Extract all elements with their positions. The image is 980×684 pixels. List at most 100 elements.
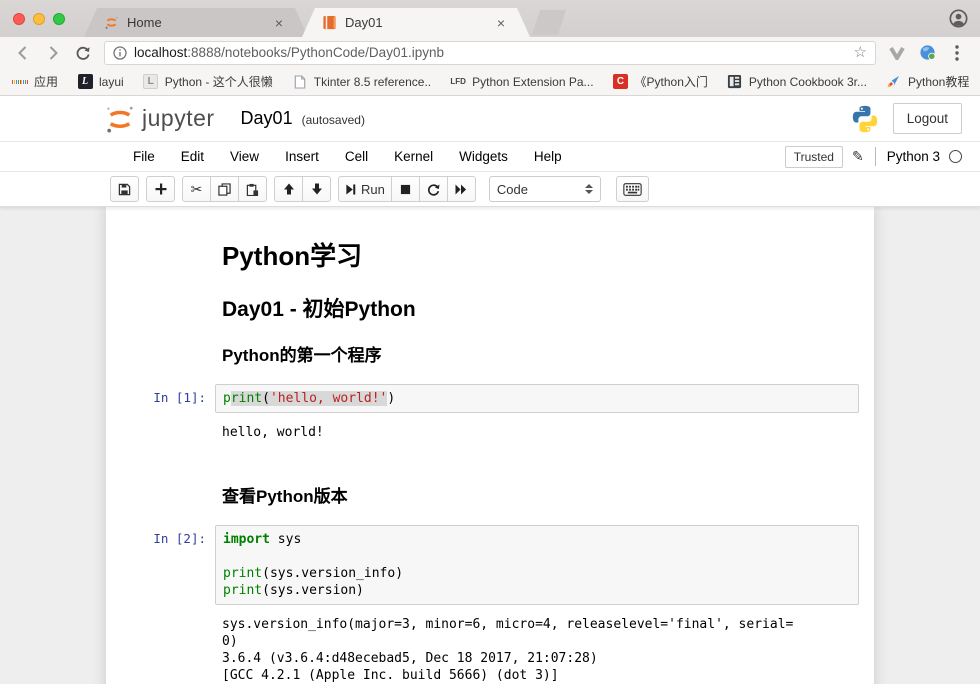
menu-kernel[interactable]: Kernel	[381, 149, 446, 164]
keyboard-icon	[623, 183, 642, 196]
markdown-cell-title[interactable]: Python学习 Day01 - 初始Python Python的第一个程序	[106, 225, 874, 379]
code-cell-1[interactable]: In [1]: print('hello, world!')	[106, 379, 874, 418]
kernel-idle-indicator	[949, 150, 962, 163]
bookmark-python-tutorial[interactable]: Python教程	[886, 73, 969, 90]
add-cell-button[interactable]	[146, 176, 175, 202]
menu-file[interactable]: File	[120, 149, 168, 164]
output-prompt	[121, 422, 215, 443]
jupyter-logo-icon	[104, 15, 119, 30]
restart-kernel-button[interactable]	[419, 176, 448, 202]
select-arrows-icon	[585, 184, 593, 194]
notebook-title[interactable]: Day01	[241, 108, 293, 129]
url-text: localhost:8888/notebooks/PythonCode/Day0…	[134, 45, 847, 60]
cell-type-select[interactable]: Code	[489, 176, 601, 202]
tab-home[interactable]: Home ×	[84, 8, 308, 37]
jupyter-toolbar: ✂ Run Code	[0, 172, 980, 207]
move-cell-up-button[interactable]	[274, 176, 303, 202]
command-palette-button[interactable]	[616, 176, 649, 202]
forward-icon[interactable]	[40, 40, 66, 66]
code-input[interactable]: print('hello, world!')	[215, 384, 859, 413]
kernel-name: Python 3	[887, 149, 940, 164]
page-icon	[292, 74, 308, 90]
bookmarks-bar: 应用 L layui L Python - 这个人很懒 Tkinter 8.5 …	[0, 68, 980, 96]
back-icon[interactable]	[10, 40, 36, 66]
menu-help[interactable]: Help	[521, 149, 575, 164]
page-info-icon[interactable]	[113, 46, 127, 60]
notebook-page: Python学习 Day01 - 初始Python Python的第一个程序 I…	[106, 207, 874, 684]
close-window-button[interactable]	[13, 13, 25, 25]
browser-toolbar: localhost:8888/notebooks/PythonCode/Day0…	[0, 37, 980, 68]
copy-cell-button[interactable]	[210, 176, 239, 202]
interrupt-kernel-button[interactable]	[391, 176, 420, 202]
menu-view[interactable]: View	[217, 149, 272, 164]
logout-button[interactable]: Logout	[893, 103, 962, 134]
edit-title-pencil-icon[interactable]: ✎	[852, 148, 864, 165]
cut-cell-button[interactable]: ✂	[182, 176, 211, 202]
bookmark-python-blog[interactable]: L Python - 这个人很懒	[143, 73, 273, 90]
notebook-scroll-area[interactable]: Python学习 Day01 - 初始Python Python的第一个程序 I…	[0, 207, 980, 684]
jupyter-wordmark[interactable]: jupyter	[142, 105, 215, 132]
apps-grid-icon	[12, 74, 28, 90]
bookmark-star-icon[interactable]: ☆	[854, 45, 867, 60]
arrow-up-icon	[283, 183, 295, 195]
output-area-1: hello, world!	[106, 418, 874, 449]
menu-widgets[interactable]: Widgets	[446, 149, 521, 164]
bookmark-python-extension[interactable]: LFD Python Extension Pa...	[450, 74, 593, 90]
tab-day01[interactable]: Day01 ×	[302, 8, 530, 37]
run-label: Run	[361, 182, 385, 197]
bookmark-layui[interactable]: L layui	[77, 74, 124, 90]
menu-insert[interactable]: Insert	[272, 149, 332, 164]
bookmark-label: Python教程	[908, 73, 969, 90]
zoom-window-button[interactable]	[53, 13, 65, 25]
bookmark-label: Python - 这个人很懒	[165, 73, 273, 90]
move-cell-down-button[interactable]	[302, 176, 331, 202]
close-tab-icon[interactable]: ×	[494, 15, 508, 31]
macos-window-controls	[13, 13, 65, 25]
restart-icon	[427, 183, 440, 196]
plus-icon	[155, 183, 167, 195]
menu-dots-icon[interactable]	[944, 40, 970, 66]
menu-cell[interactable]: Cell	[332, 149, 381, 164]
minimize-window-button[interactable]	[33, 13, 45, 25]
menu-edit[interactable]: Edit	[168, 149, 217, 164]
restart-run-all-button[interactable]	[447, 176, 476, 202]
scissors-icon: ✂	[191, 181, 203, 198]
bookmark-cookbook[interactable]: Python Cookbook 3r...	[727, 74, 867, 90]
bookmark-label: 《Python入门	[635, 73, 708, 90]
output-text: sys.version_info(major=3, minor=6, micro…	[215, 614, 800, 684]
jupyter-header: jupyter Day01 (autosaved) Logout	[0, 96, 980, 141]
reload-icon[interactable]	[70, 40, 96, 66]
extension-v-icon[interactable]	[884, 40, 910, 66]
layui-icon: L	[77, 74, 93, 90]
tab-title: Home	[127, 15, 272, 30]
output-prompt	[121, 614, 215, 684]
divider	[875, 147, 876, 166]
stop-icon	[400, 184, 411, 195]
close-tab-icon[interactable]: ×	[272, 15, 286, 31]
profile-avatar-icon[interactable]	[949, 9, 968, 28]
jupyter-logo-icon[interactable]	[102, 102, 138, 136]
heading-first-program: Python的第一个程序	[222, 341, 852, 366]
markdown-cell-version[interactable]: 查看Python版本	[106, 449, 874, 520]
cell-type-value: Code	[497, 182, 528, 197]
bookmark-tkinter[interactable]: Tkinter 8.5 reference..	[292, 74, 431, 90]
tab-title: Day01	[345, 15, 494, 30]
save-icon	[118, 183, 131, 196]
jupyter-menubar: File Edit View Insert Cell Kernel Widget…	[0, 141, 980, 172]
new-tab-button[interactable]	[532, 10, 566, 35]
output-area-2: sys.version_info(major=3, minor=6, micro…	[106, 610, 874, 684]
input-prompt: In [2]:	[121, 525, 215, 605]
letter-c-red-icon: C	[613, 74, 629, 90]
notebook-book-icon	[322, 15, 337, 30]
trusted-button[interactable]: Trusted	[785, 146, 843, 168]
bookmark-apps[interactable]: 应用	[12, 73, 58, 90]
paste-cell-button[interactable]	[238, 176, 267, 202]
code-cell-2[interactable]: In [2]: import sys print(sys.version_inf…	[106, 520, 874, 610]
run-cell-button[interactable]: Run	[338, 176, 392, 202]
url-bar[interactable]: localhost:8888/notebooks/PythonCode/Day0…	[104, 41, 876, 65]
heading-python-study: Python学习	[222, 236, 852, 273]
save-button[interactable]	[110, 176, 139, 202]
extension-globe-icon[interactable]	[914, 40, 940, 66]
bookmark-python-intro[interactable]: C 《Python入门	[613, 73, 708, 90]
code-input[interactable]: import sys print(sys.version_info)print(…	[215, 525, 859, 605]
